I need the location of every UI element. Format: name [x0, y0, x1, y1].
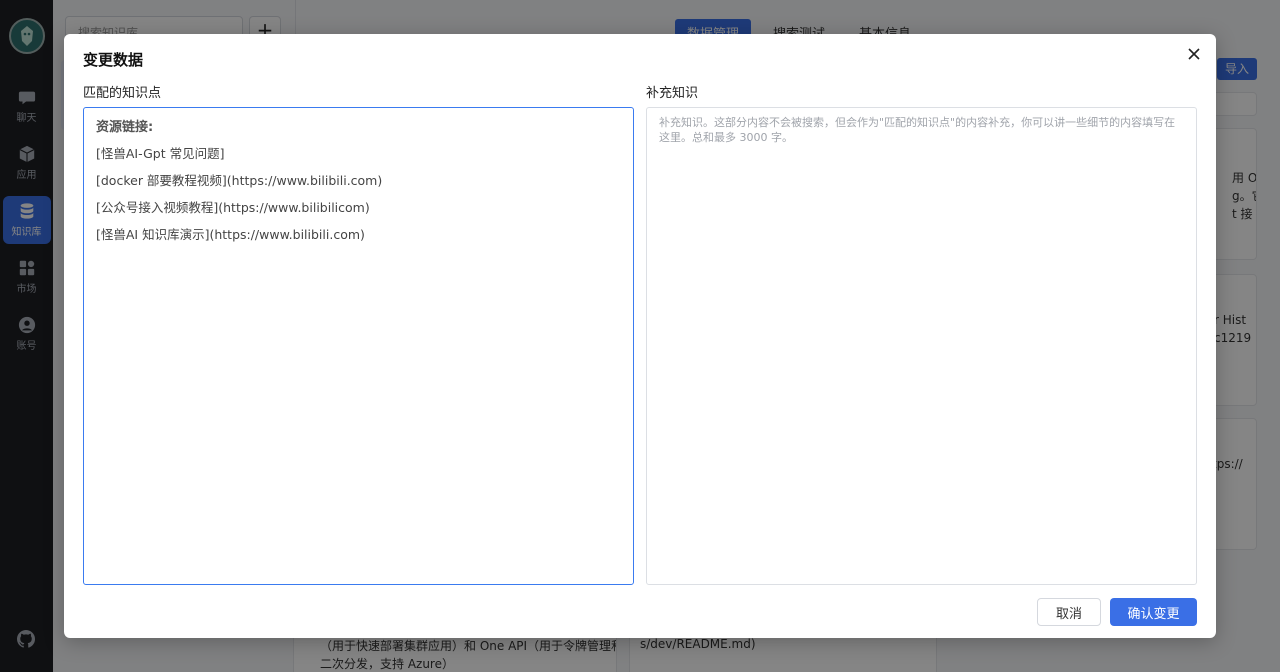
resource-link-line: [怪兽AI 知识库演示](https://www.bilibili.com)	[96, 227, 365, 242]
supplement-knowledge-textarea[interactable]: 补充知识。这部分内容不会被搜索，但会作为"匹配的知识点"的内容补充，你可以讲一些…	[646, 107, 1197, 585]
close-icon	[1188, 48, 1200, 60]
matched-knowledge-label: 匹配的知识点	[83, 86, 162, 101]
matched-knowledge-textarea[interactable]: 资源链接: [怪兽AI-Gpt 常见问题] [docker 部要教程视频](ht…	[83, 107, 634, 585]
supplement-placeholder: 补充知识。这部分内容不会被搜索，但会作为"匹配的知识点"的内容补充，你可以讲一些…	[659, 116, 1176, 144]
resource-title: 资源链接:	[96, 120, 154, 135]
modal-title: 变更数据	[83, 51, 144, 69]
supplement-knowledge-label: 补充知识	[646, 86, 699, 101]
edit-data-modal: 变更数据 匹配的知识点 补充知识 资源链接: [怪兽AI-Gpt 常见问题] […	[64, 34, 1216, 638]
resource-link-line: [怪兽AI-Gpt 常见问题]	[96, 146, 225, 161]
resource-link-line: [公众号接入视频教程](https://www.bilibilicom)	[96, 200, 370, 215]
confirm-change-button[interactable]: 确认变更	[1110, 598, 1197, 626]
cancel-button[interactable]: 取消	[1037, 598, 1101, 626]
resource-link-line: [docker 部要教程视频](https://www.bilibili.com…	[96, 173, 383, 188]
close-button[interactable]	[1184, 44, 1204, 64]
